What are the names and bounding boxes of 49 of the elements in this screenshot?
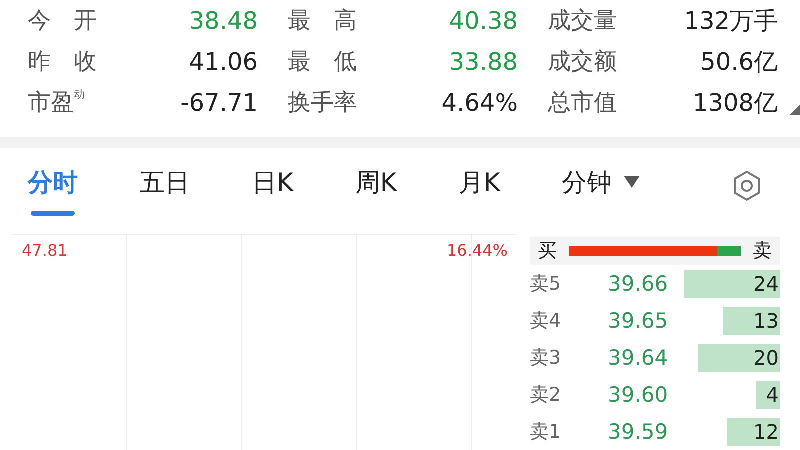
volume-bar <box>756 381 780 409</box>
order-volume: 12 <box>754 420 779 444</box>
order-volume: 24 <box>754 272 779 296</box>
stat-label: 最 高 <box>288 7 358 36</box>
percent-axis-label: 16.44% <box>446 241 508 260</box>
volume-bar <box>723 307 780 335</box>
order-level-label: 卖1 <box>530 420 562 445</box>
order-price: 39.60 <box>608 383 670 407</box>
sell-label: 卖 <box>753 239 772 264</box>
order-price: 39.64 <box>608 346 670 370</box>
stat-value: 50.6亿 <box>700 46 778 78</box>
chart-tab[interactable]: 月K <box>458 166 500 199</box>
stat-value: 1308亿 <box>692 88 778 118</box>
chart-tab[interactable]: 日K <box>252 166 294 199</box>
stat-value: 33.88 <box>448 48 518 76</box>
order-volume: 20 <box>754 346 779 370</box>
stat-label: 成交额 <box>548 48 618 77</box>
order-level-label: 卖2 <box>530 383 562 408</box>
stat-value: 132万手 <box>683 6 778 36</box>
stat-label: 换手率 <box>288 89 358 118</box>
stat-label: 最 低 <box>288 48 358 77</box>
stat-value: 40.38 <box>448 6 518 34</box>
chart-tab[interactable]: 五日 <box>140 166 190 199</box>
order-level-label: 卖5 <box>530 272 562 297</box>
stat-label: 昨 收 <box>28 48 98 77</box>
chart-tab[interactable]: 分时 <box>28 166 78 199</box>
order-price: 39.59 <box>608 420 670 444</box>
price-axis-label: 47.81 <box>22 241 68 260</box>
expand-corner-icon[interactable] <box>790 105 800 115</box>
buy-label: 买 <box>538 239 557 264</box>
stat-label: 成交量 <box>548 7 618 36</box>
order-level-label: 卖3 <box>530 346 562 371</box>
order-price: 39.66 <box>608 272 670 296</box>
stat-label: 今 开 <box>28 7 98 36</box>
order-level-label: 卖4 <box>530 309 562 334</box>
order-volume: 13 <box>754 309 779 333</box>
chart-tab[interactable]: 分钟 <box>562 166 640 199</box>
stat-value: 4.64% <box>440 88 518 116</box>
stat-value: -67.71 <box>180 88 258 116</box>
chart-tab[interactable]: 周K <box>355 166 397 199</box>
stat-value: 41.06 <box>188 48 258 76</box>
stat-label: 市盈$^{动}$ <box>28 87 86 118</box>
settings-icon[interactable] <box>732 170 762 202</box>
stat-value: 38.48 <box>188 6 258 34</box>
order-volume: 4 <box>766 383 779 407</box>
order-price: 39.65 <box>608 309 670 333</box>
active-tab-indicator <box>31 210 75 216</box>
stat-label: 总市值 <box>548 89 618 118</box>
volume-bar <box>726 418 780 446</box>
